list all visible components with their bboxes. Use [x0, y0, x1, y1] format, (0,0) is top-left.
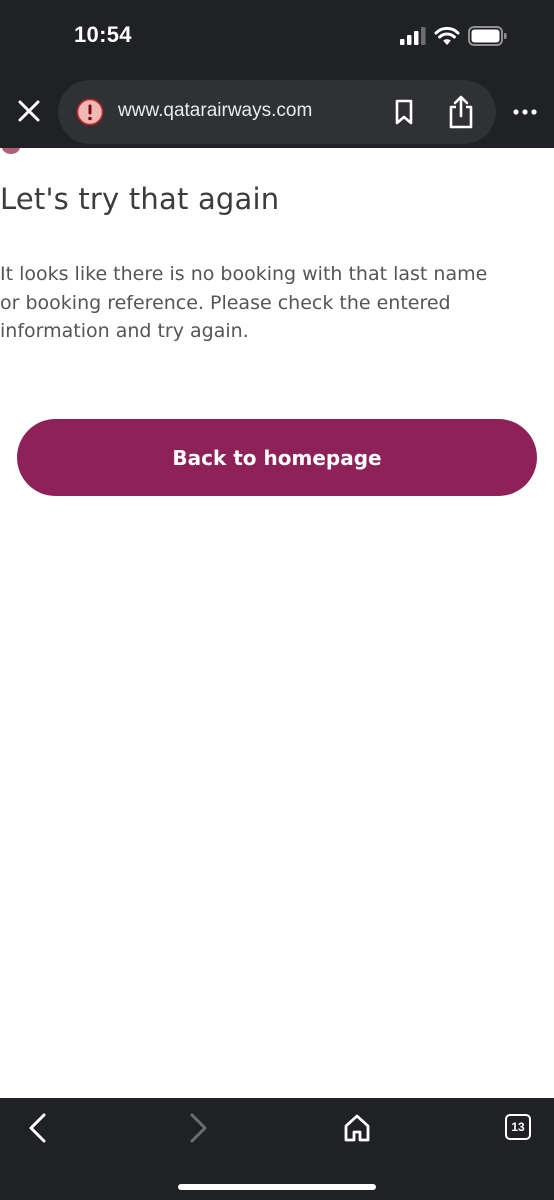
error-message: It looks like there is no booking with t… [0, 263, 488, 342]
address-bar[interactable]: www.qatarairways.com [58, 80, 496, 144]
back-icon[interactable] [24, 1112, 52, 1144]
home-icon[interactable] [342, 1112, 372, 1144]
page-title: Let's try that again [0, 182, 280, 216]
browser-bottom-toolbar: 13 [0, 1098, 554, 1200]
share-icon[interactable] [446, 94, 476, 130]
back-to-homepage-button[interactable]: Back to homepage [17, 419, 537, 496]
url-row: www.qatarairways.com [0, 78, 554, 146]
home-indicator[interactable] [178, 1184, 376, 1190]
battery-icon [468, 26, 507, 46]
close-icon[interactable] [14, 96, 44, 126]
browser-top-chrome: 10:54 www.qatarairways.com [0, 0, 554, 148]
tabs-button[interactable]: 13 [505, 1114, 531, 1140]
tab-count: 13 [511, 1120, 525, 1134]
alert-icon[interactable] [76, 98, 104, 126]
wifi-icon [434, 26, 460, 45]
brand-logo-fragment [2, 148, 20, 154]
forward-icon[interactable] [184, 1112, 212, 1144]
status-icons [400, 26, 508, 46]
bookmark-icon[interactable] [392, 98, 416, 126]
page-content: Let's try that again It looks like there… [0, 148, 554, 1098]
signal-icon [400, 27, 426, 45]
more-icon[interactable] [508, 102, 542, 122]
status-time: 10:54 [74, 22, 132, 47]
url-text[interactable]: www.qatarairways.com [118, 100, 312, 122]
